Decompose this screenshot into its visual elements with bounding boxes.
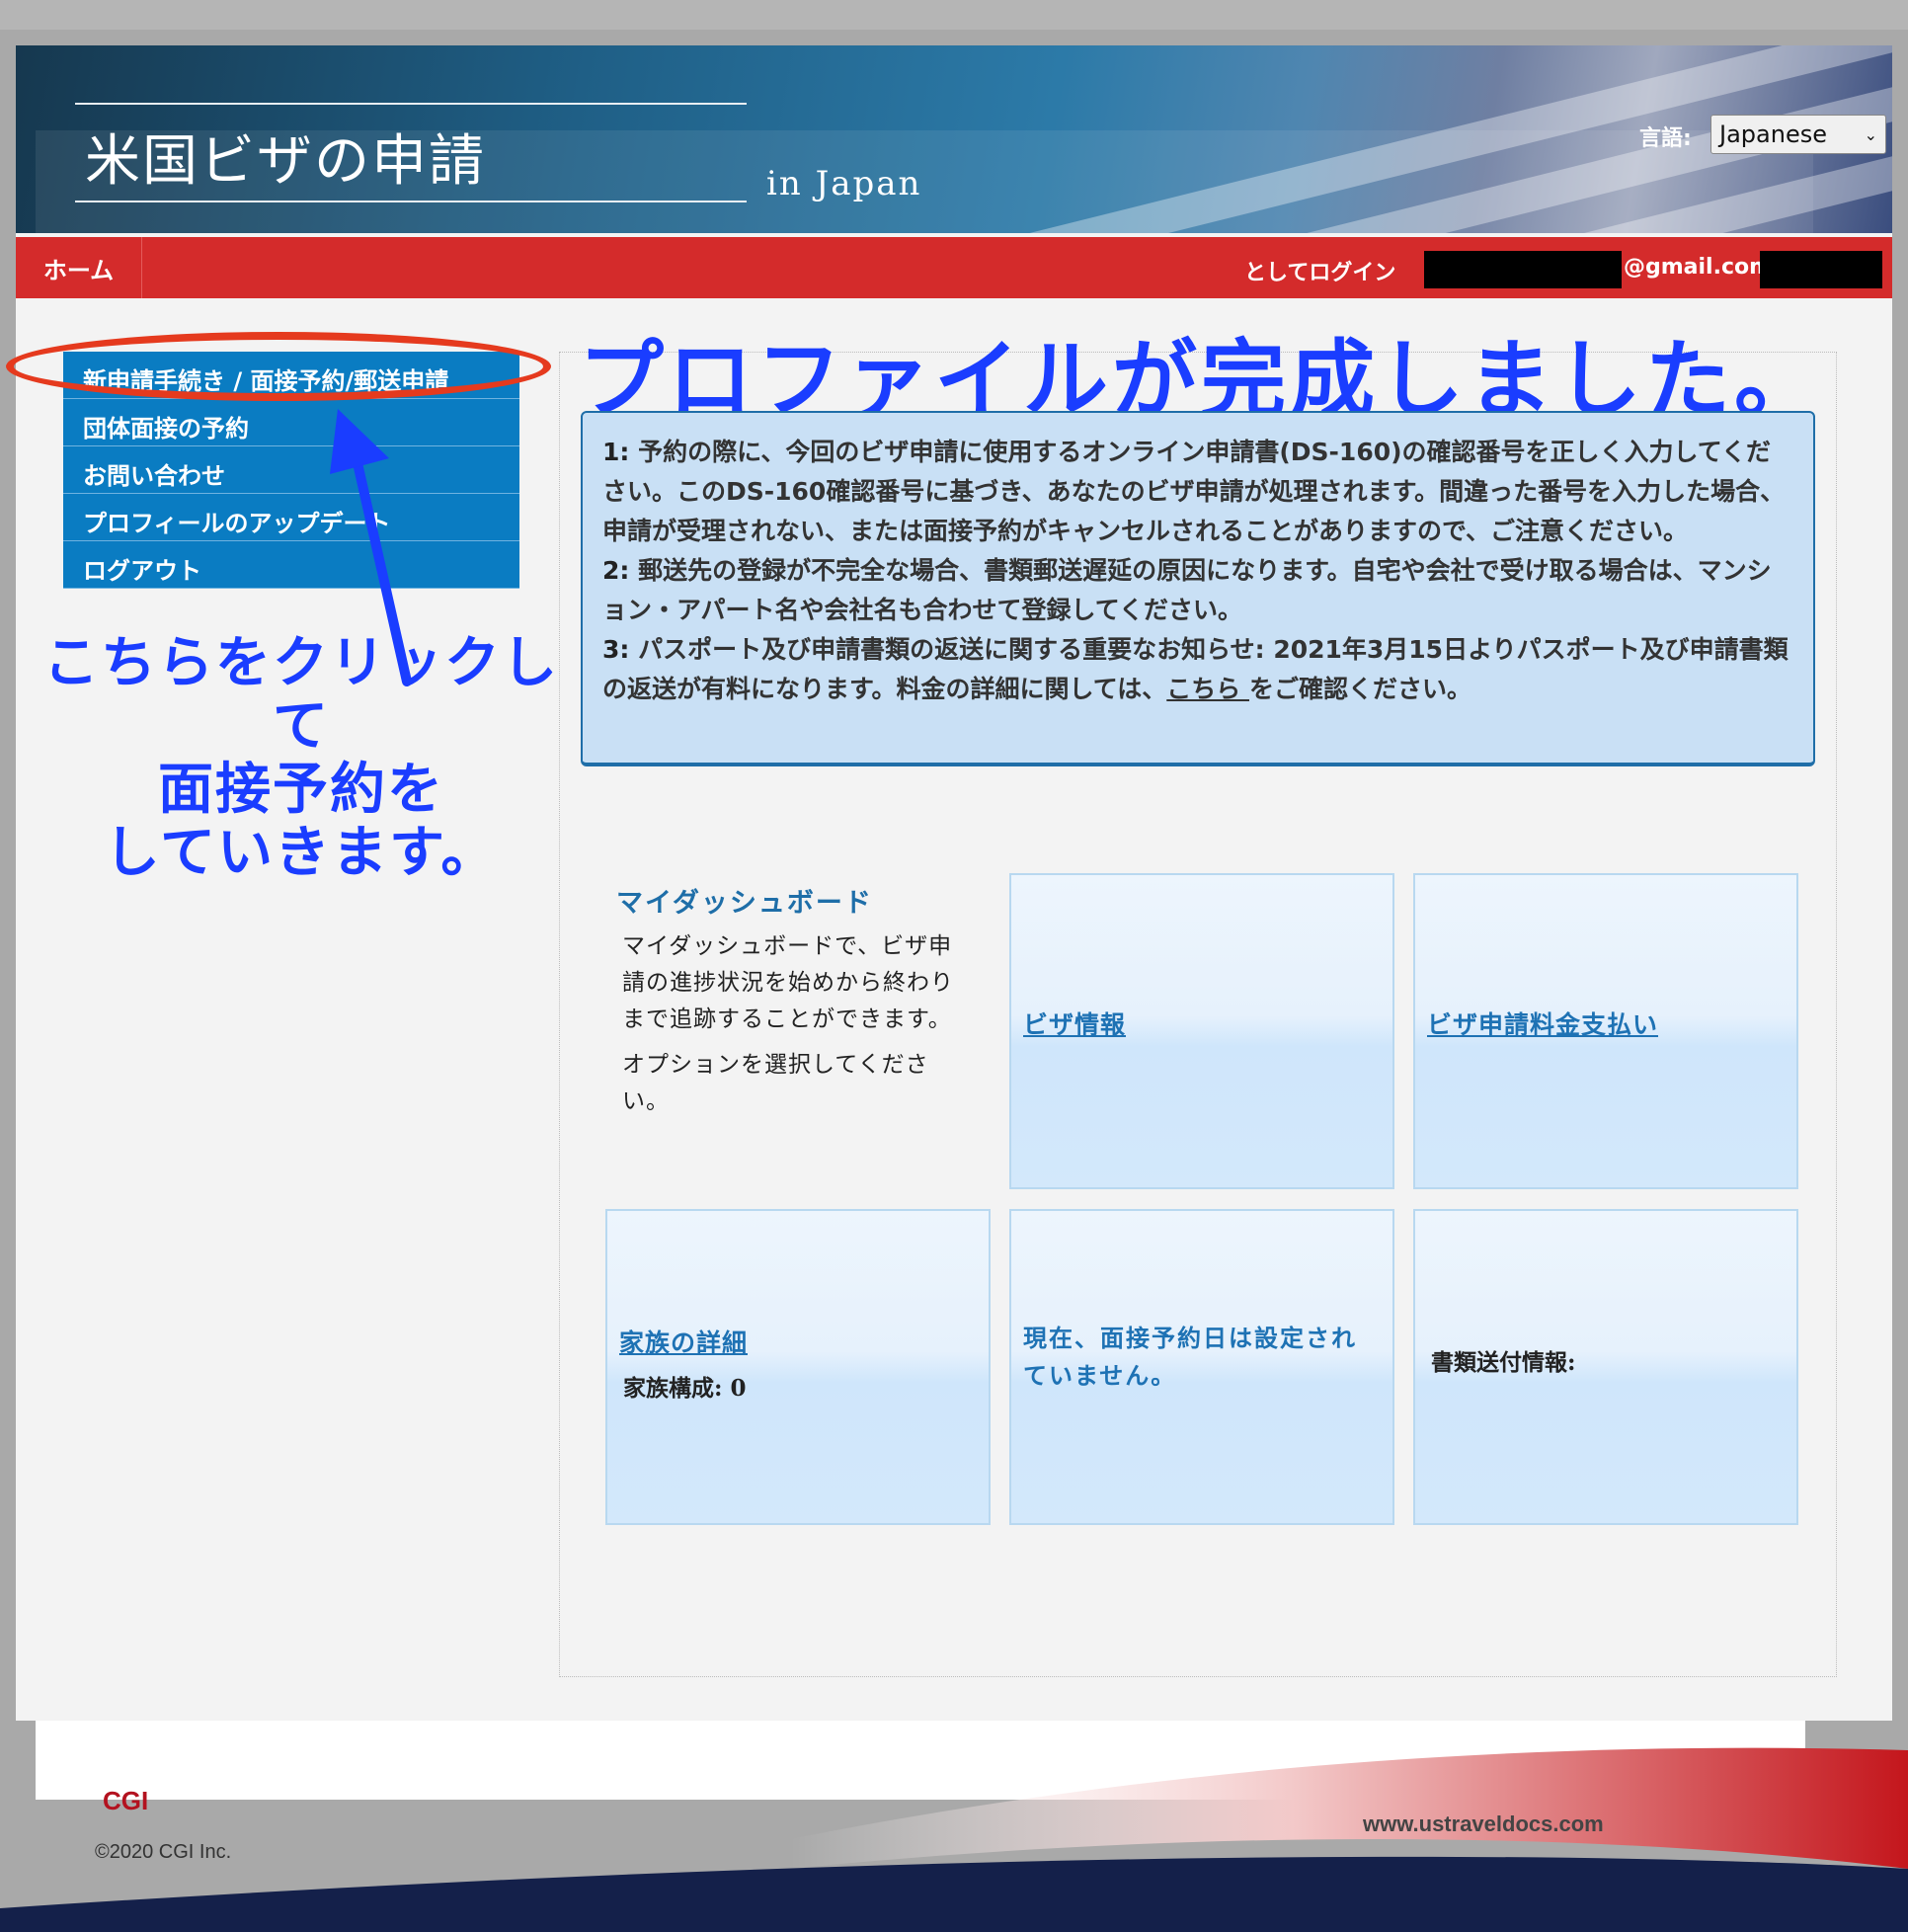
notice-box: 1: 予約の際に、今回のビザ申請に使用するオンライン申請書(DS-160)の確認… (581, 411, 1815, 766)
notice-number: 1: (602, 438, 630, 466)
annotation-line: こちらをクリックして (43, 631, 559, 759)
footer-swoosh (0, 1721, 1908, 1932)
chevron-down-icon: ⌄ (1864, 124, 1877, 144)
notice-item-2: 2: 郵送先の登録が不完全な場合、書類郵送遅延の原因になります。自宅や会社で受け… (602, 551, 1793, 630)
visa-fee-link[interactable]: ビザ申請料金支払い (1427, 1006, 1658, 1041)
family-count: 家族構成: 0 (623, 1375, 747, 1402)
sidebar-item-profile-update[interactable]: プロフィールのアップデート (63, 494, 519, 541)
site-title: 米国ビザの申請 (75, 103, 747, 202)
notice-text: をご確認ください。 (1248, 675, 1471, 703)
sidebar-item-logout[interactable]: ログアウト (63, 541, 519, 589)
notice-text: 郵送先の登録が不完全な場合、書類郵送遅延の原因になります。自宅や会社で受け取る場… (602, 556, 1772, 624)
family-details-link[interactable]: 家族の詳細 (619, 1324, 748, 1359)
appointment-status: 現在、面接予約日は設定されていません。 (1023, 1324, 1357, 1390)
notice-item-3: 3: パスポート及び申請書類の返送に関する重要なお知らせ: 2021年3月15日… (602, 630, 1793, 709)
notice-item-1: 1: 予約の際に、今回のビザ申請に使用するオンライン申請書(DS-160)の確認… (602, 433, 1793, 551)
notice-number: 2: (602, 556, 630, 585)
nav-home-link[interactable]: ホーム (16, 237, 142, 298)
login-label: としてログイン (1244, 261, 1396, 285)
tile-visa-info: ビザ情報 (1009, 873, 1394, 1189)
copyright-text: ©2020 CGI Inc. (95, 1841, 232, 1863)
notice-number: 3: (602, 635, 630, 664)
header-banner: 米国ビザの申請 in Japan 言語: Japanese ⌄ (16, 45, 1892, 233)
dashboard-description: マイダッシュボードで、ビザ申請の進捗状況を始めから終わりまで追跡することができま… (622, 933, 954, 1032)
visa-info-link[interactable]: ビザ情報 (1023, 1006, 1126, 1041)
language-value: Japanese (1719, 121, 1827, 148)
tile-visa-fee: ビザ申請料金支払い (1413, 873, 1798, 1189)
annotation-text: こちらをクリックして 面接予約を していきます。 (20, 632, 583, 885)
language-label: 言語: (1639, 126, 1692, 151)
tile-appointment: 現在、面接予約日は設定されていません。 (1009, 1209, 1394, 1525)
site-subtitle: in Japan (766, 164, 922, 203)
language-select[interactable]: Japanese ⌄ (1710, 115, 1886, 154)
sidebar-item-group-appointment[interactable]: 団体面接の予約 (63, 399, 519, 446)
dashboard-title: マイダッシュボード (616, 888, 873, 919)
cgi-logo: CGI (103, 1786, 149, 1815)
tile-family-details: 家族の詳細 家族構成: 0 (605, 1209, 991, 1525)
footer-url: www.ustraveldocs.com (1363, 1811, 1604, 1836)
annotation-line: 面接予約を (158, 758, 444, 822)
dashboard-option-text: オプションを選択してください。 (622, 1052, 929, 1114)
document-delivery-label: 書類送付情報: (1431, 1349, 1576, 1376)
highlight-oval (6, 332, 551, 401)
redaction-box (1424, 251, 1622, 288)
redaction-box (1760, 251, 1882, 288)
sidebar-item-contact[interactable]: お問い合わせ (63, 446, 519, 494)
top-strip (0, 0, 1908, 30)
fee-details-link[interactable]: こちら (1166, 675, 1249, 703)
nav-bar: ホーム としてログイン @gmail.com ( (16, 237, 1892, 298)
notice-text: 予約の際に、今回のビザ申請に使用するオンライン申請書(DS-160)の確認番号を… (602, 438, 1786, 545)
annotation-line: していきます。 (104, 821, 499, 885)
tile-document-delivery: 書類送付情報: (1413, 1209, 1798, 1525)
